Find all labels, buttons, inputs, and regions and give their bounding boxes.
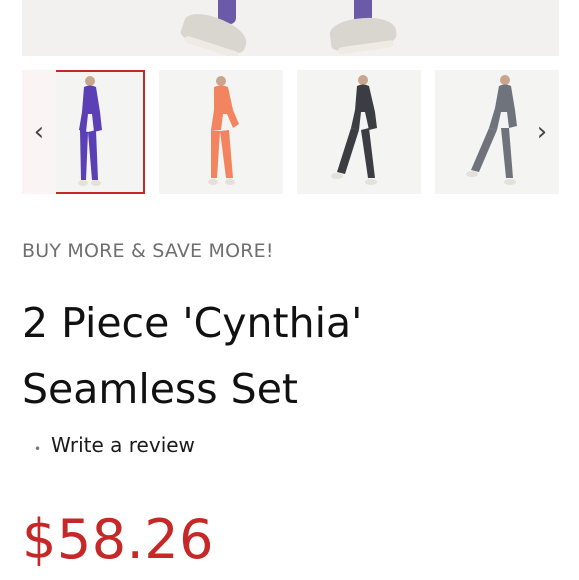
write-review-link[interactable]: Write a review — [51, 433, 195, 457]
thumbnail-charcoal[interactable] — [297, 70, 421, 194]
product-price: $58.26 — [22, 508, 214, 571]
thumbnail-coral[interactable] — [159, 70, 283, 194]
review-bullet: • — [34, 442, 42, 456]
model-figure — [208, 76, 239, 185]
promo-text: BUY MORE & SAVE MORE! — [22, 240, 274, 262]
chevron-left-icon[interactable]: ‹ — [27, 116, 51, 148]
sneaker — [178, 8, 252, 56]
product-title: 2 Piece 'Cynthia' Seamless Set — [22, 299, 363, 413]
sneaker — [328, 13, 398, 53]
model-figure — [331, 75, 377, 185]
product-main-image — [22, 0, 559, 56]
chevron-right-icon[interactable]: › — [530, 116, 554, 148]
thumbnail-carousel: ‹ › — [0, 70, 579, 194]
